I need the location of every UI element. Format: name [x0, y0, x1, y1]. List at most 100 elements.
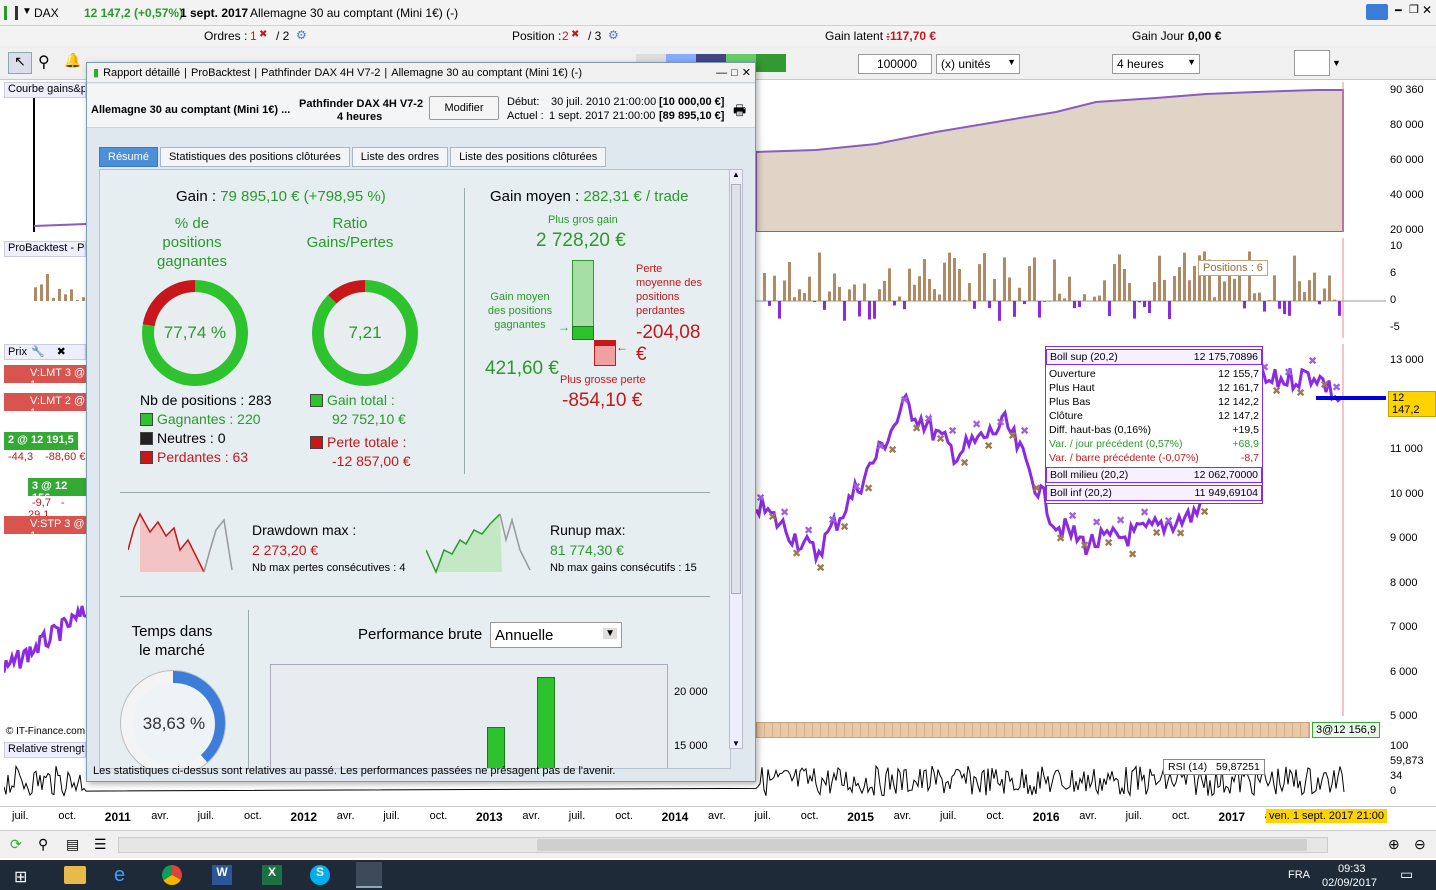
position-bar — [70, 289, 73, 301]
minimize-button[interactable]: — — [716, 67, 727, 79]
time-axis-label: 2015 — [847, 810, 874, 824]
gear-icon[interactable]: ⚙ — [608, 28, 619, 42]
indicator-icon[interactable] — [1294, 50, 1330, 76]
bell-icon[interactable]: 🔔 — [64, 52, 81, 69]
minimize-button[interactable]: ━ — [1395, 4, 1402, 17]
order-tag-2[interactable]: V:LMT 2 @ 1 — [4, 393, 86, 419]
scroll-up-icon[interactable]: ▲ — [732, 170, 740, 179]
sliders-icon[interactable]: ☰ — [94, 836, 107, 853]
position-bar — [883, 280, 886, 301]
time-axis-label: oct. — [58, 810, 77, 822]
modify-button[interactable]: Modifier — [429, 96, 499, 120]
word-icon[interactable]: W — [212, 865, 232, 885]
trade-marker: ✖ — [1056, 532, 1065, 545]
price-axis-label: 6 000 — [1390, 665, 1418, 678]
gear-icon[interactable]: ⚙ — [296, 28, 307, 42]
rsi-tooltip: RSI (14) 59,87251 — [1163, 759, 1265, 775]
keyboard-icon[interactable] — [1366, 4, 1388, 20]
price-axis-label: 10 000 — [1390, 487, 1424, 500]
tab-statistiques[interactable]: Statistiques des positions clôturées — [159, 147, 350, 167]
zoom-in-icon[interactable]: ⊕ — [1388, 836, 1400, 853]
orders-total[interactable]: / 2 — [276, 29, 289, 43]
time-axis-label: oct. — [1172, 810, 1190, 822]
unit-select[interactable]: (x) unités ▼ — [936, 54, 1020, 74]
excel-icon[interactable]: X — [262, 865, 282, 885]
trade-marker: ✖ — [924, 413, 933, 426]
chevron-down-icon[interactable]: ▼ — [22, 6, 32, 17]
position-tag-1[interactable]: 2 @ 12 191,5 — [4, 432, 78, 450]
orders-count[interactable]: 1 — [250, 29, 257, 43]
gain-moyen-label: Gain moyen : — [490, 188, 580, 205]
order-tag-1[interactable]: V:LMT 3 @ 1 — [4, 365, 86, 391]
position-bar — [928, 279, 931, 301]
current-date: 1 sept. 2017 21:00:00 — [549, 110, 656, 122]
quantity-input[interactable] — [858, 54, 932, 74]
print-icon[interactable]: 🖶 — [733, 100, 746, 124]
breadcrumb-rapport[interactable]: Rapport détaillé — [103, 67, 180, 79]
breadcrumb-strategy[interactable]: Pathfinder DAX 4H V7-2 — [261, 67, 380, 79]
disclaimer: Les statistiques ci-dessus sont relative… — [93, 765, 616, 777]
language-indicator[interactable]: FRA — [1288, 869, 1310, 881]
refresh-icon[interactable]: ⟳ — [10, 836, 22, 853]
position-total[interactable]: / 3 — [588, 29, 601, 43]
positions-axis-label: 6 — [1390, 267, 1397, 279]
chrome-icon[interactable] — [162, 865, 182, 885]
skype-icon[interactable]: S — [310, 865, 330, 885]
time-axis: juil. oct. 2011 avr. juil. oct. 2012 avr. juil. o… — [0, 806, 1436, 828]
restore-button[interactable]: ❐ — [1409, 3, 1419, 16]
position-tag-2[interactable]: 3 @ 12 156 — [28, 478, 86, 504]
pin-icon[interactable]: ⚲ — [38, 836, 48, 853]
position-bar — [1018, 287, 1021, 301]
list-icon[interactable]: ▤ — [66, 836, 79, 853]
close-icon[interactable]: ✖ — [259, 29, 267, 40]
perf-select[interactable]: Annuelle ▼ — [490, 622, 622, 648]
clock-time[interactable]: 09:33 — [1338, 863, 1366, 875]
clock-date[interactable]: 02/09/2017 — [1322, 877, 1377, 889]
ohlc-row-label: Plus Haut — [1049, 382, 1095, 394]
close-icon[interactable]: ✖ — [571, 29, 579, 40]
position-bar — [858, 301, 861, 317]
zoom-out-icon[interactable]: ⊖ — [1414, 836, 1426, 853]
breadcrumb-probacktest[interactable]: ProBacktest — [191, 67, 250, 79]
position-bar — [1153, 282, 1156, 301]
drawdown-value: 2 273,20 € — [252, 542, 319, 558]
position-bar — [1128, 283, 1131, 301]
chevron-down-icon[interactable]: ▼ — [1332, 58, 1341, 68]
equity-panel-header: Courbe gains&p — [4, 82, 86, 98]
vertical-scrollbar[interactable]: ▲ ▼ — [729, 169, 743, 749]
tab-ordres[interactable]: Liste des ordres — [351, 147, 449, 167]
position-bar — [798, 289, 801, 301]
ohlc-tooltip: Boll sup (20,2) 12 175,70896 Ouverture 12 1… — [1045, 346, 1263, 504]
position-count[interactable]: 2 — [562, 29, 569, 43]
scroll-down-icon[interactable]: ▼ — [732, 739, 740, 748]
time-axis-label: avr. — [1079, 810, 1097, 822]
time-axis-label: juil. — [197, 810, 215, 822]
position-bar — [1068, 276, 1071, 301]
horizontal-scrollbar[interactable] — [118, 837, 1328, 853]
timeframe-select[interactable]: 4 heures ▼ — [1112, 54, 1200, 74]
search-icon[interactable]: ⚲ — [38, 52, 50, 72]
close-button[interactable]: ✕ — [742, 66, 751, 79]
scroll-thumb[interactable] — [731, 184, 741, 594]
position-bar — [1013, 301, 1016, 317]
close-icon[interactable]: ✖ — [57, 346, 66, 358]
cursor-icon[interactable]: ↖ — [8, 52, 32, 74]
windows-start-icon[interactable]: ⊞ — [14, 867, 27, 887]
position-price-tag[interactable]: 3@12 156,9 — [1312, 722, 1381, 738]
folder-icon[interactable] — [64, 866, 86, 884]
wrench-icon[interactable]: 🔧 — [31, 346, 45, 358]
ohlc-row: Ouverture 12 155,7 — [1046, 367, 1262, 381]
prorealtime-icon[interactable] — [356, 862, 382, 888]
close-button[interactable]: ✕ — [1422, 3, 1432, 17]
position-bar — [973, 301, 976, 309]
breadcrumb-instrument[interactable]: Allemagne 30 au comptant (Mini 1€) (-) — [391, 67, 582, 79]
restore-button[interactable]: □ — [731, 67, 738, 79]
ohlc-row-label: Diff. haut-bas (0,16%) — [1049, 424, 1151, 436]
browser-ie-icon[interactable]: e — [114, 864, 125, 887]
tab-resume[interactable]: Résumé — [99, 147, 158, 167]
scrollbar-thumb[interactable] — [537, 839, 1307, 851]
order-tag-3[interactable]: V:STP 3 @ 1 — [4, 516, 86, 542]
time-axis-label: oct. — [986, 810, 1005, 822]
tab-positions[interactable]: Liste des positions clôturées — [450, 147, 607, 167]
notification-icon[interactable]: ▭ — [1400, 866, 1413, 883]
